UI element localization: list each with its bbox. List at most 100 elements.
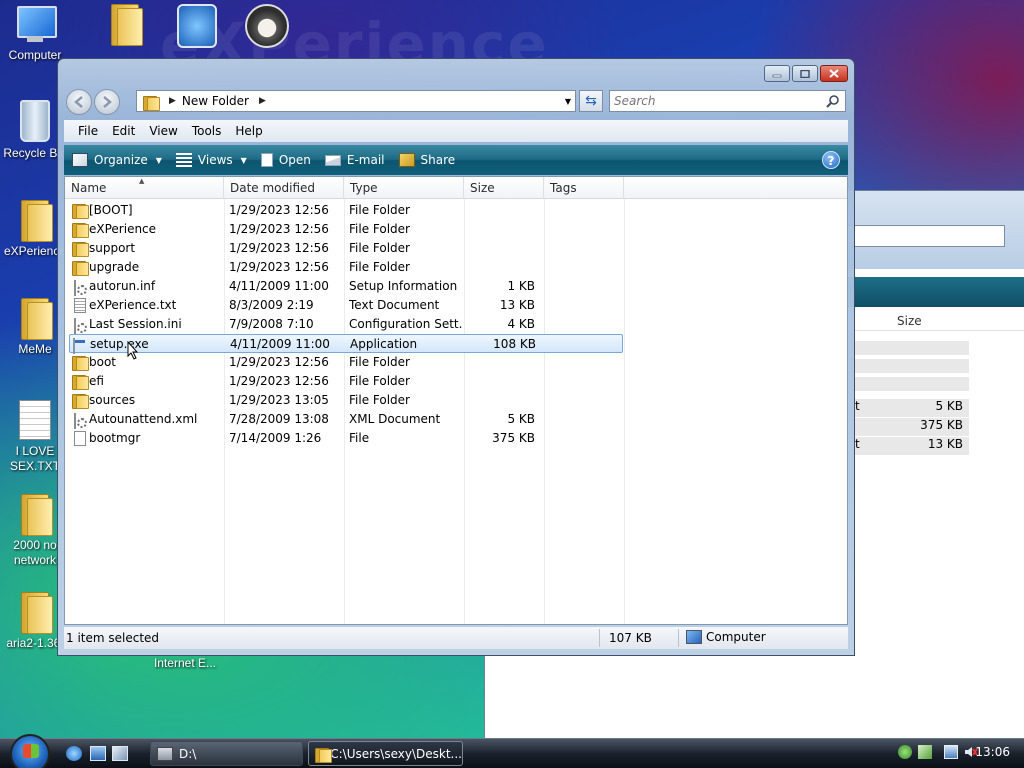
search-box[interactable] xyxy=(609,90,846,112)
breadcrumb-arrow-icon[interactable]: ▶ xyxy=(259,96,266,106)
background-file-row[interactable] xyxy=(855,377,969,391)
switch-windows-icon[interactable] xyxy=(112,746,128,761)
column-type[interactable]: Type xyxy=(344,177,464,199)
column-size[interactable]: Size xyxy=(464,177,544,199)
file-type: File Folder xyxy=(349,222,410,236)
address-bar[interactable]: ▶ New Folder ▶ ▼ xyxy=(136,90,576,112)
search-input[interactable] xyxy=(614,91,814,111)
minimize-button[interactable] xyxy=(764,65,790,82)
file-row[interactable]: [BOOT] 1/29/2023 12:56 File Folder xyxy=(69,201,623,220)
xml-file-icon xyxy=(74,413,76,429)
file-type: XML Document xyxy=(349,412,441,426)
maximize-button[interactable] xyxy=(792,65,818,82)
file-size: 108 KB xyxy=(493,337,536,351)
taskbar-button-d-drive[interactable]: D:\ xyxy=(150,741,303,766)
background-row-size: 5 KB xyxy=(935,399,963,413)
background-address-bar[interactable] xyxy=(845,225,1005,247)
background-file-row[interactable]: 375 KB xyxy=(855,418,969,436)
email-button[interactable]: E-mail xyxy=(324,153,385,167)
file-row[interactable]: boot 1/29/2023 12:56 File Folder xyxy=(69,353,623,372)
explorer-window[interactable]: ▶ New Folder ▶ ▼ ⇆ File Edit View Tools … xyxy=(57,58,855,656)
column-tags[interactable]: Tags xyxy=(544,177,624,199)
file-row[interactable]: autorun.inf 4/11/2009 11:00 Setup Inform… xyxy=(69,277,623,296)
column-date-modified[interactable]: Date modified xyxy=(224,177,344,199)
column-type-label: Type xyxy=(350,181,378,195)
back-button[interactable] xyxy=(66,89,92,115)
file-size: 375 KB xyxy=(492,431,535,445)
background-row-name: t xyxy=(855,437,860,451)
chevron-down-icon: ▼ xyxy=(240,155,247,165)
network-icon[interactable] xyxy=(944,745,958,759)
start-button[interactable] xyxy=(10,734,50,768)
background-file-row[interactable]: t 5 KB xyxy=(855,399,969,417)
desktop-icon-shortcut[interactable] xyxy=(162,4,232,52)
status-divider xyxy=(678,629,679,647)
status-selection-count: 1 item selected xyxy=(66,631,160,645)
background-file-row[interactable] xyxy=(855,359,969,373)
help-button[interactable]: ? xyxy=(822,151,840,169)
file-row[interactable]: efi 1/29/2023 12:56 File Folder xyxy=(69,372,623,391)
close-button[interactable] xyxy=(820,65,848,82)
file-row[interactable]: sources 1/29/2023 13:05 File Folder xyxy=(69,391,623,410)
menu-edit[interactable]: Edit xyxy=(112,124,135,138)
file-row[interactable]: eXPerience 1/29/2023 12:56 File Folder xyxy=(69,220,623,239)
file-list[interactable]: Name ▲ Date modified Type Size Tags [BOO… xyxy=(64,176,848,625)
menu-view[interactable]: View xyxy=(149,124,177,138)
taskbar-button-users-desktop[interactable]: C:\Users\sexy\Deskt... xyxy=(308,741,463,766)
breadcrumb-current-folder[interactable]: New Folder xyxy=(182,94,249,108)
views-button[interactable]: Views ▼ xyxy=(175,153,247,167)
sort-ascending-icon: ▲ xyxy=(139,177,145,185)
file-date: 1/29/2023 12:56 xyxy=(229,355,329,369)
menu-help[interactable]: Help xyxy=(235,124,262,138)
file-name: boot xyxy=(89,355,117,369)
column-divider xyxy=(624,199,625,624)
organize-button[interactable]: Organize ▼ xyxy=(72,153,162,167)
menu-tools[interactable]: Tools xyxy=(192,124,222,138)
show-desktop-icon[interactable] xyxy=(90,746,106,761)
file-row[interactable]: bootmgr 7/14/2009 1:26 File 375 KB xyxy=(69,429,623,448)
file-row[interactable]: upgrade 1/29/2023 12:56 File Folder xyxy=(69,258,623,277)
share-button[interactable]: Share xyxy=(398,153,455,167)
forward-button[interactable] xyxy=(94,89,120,115)
desktop-icon-label: Computer xyxy=(8,48,62,62)
menu-file[interactable]: File xyxy=(78,124,98,138)
desktop-icon-raccoon[interactable] xyxy=(232,4,302,52)
file-date: 1/29/2023 12:56 xyxy=(229,222,329,236)
computer-icon xyxy=(13,4,57,44)
file-row[interactable]: eXPerience.txt 8/3/2009 2:19 Text Docume… xyxy=(69,296,623,315)
file-size xyxy=(469,258,535,277)
file-row[interactable]: Last Session.ini 7/9/2008 7:10 Configura… xyxy=(69,315,623,334)
file-row[interactable]: support 1/29/2023 12:56 File Folder xyxy=(69,239,623,258)
desktop-icon-folder[interactable] xyxy=(90,4,160,48)
file-type: Text Document xyxy=(349,298,440,312)
application-icon xyxy=(73,338,75,354)
file-row-selected[interactable]: setup.exe 4/11/2009 11:00 Application 10… xyxy=(69,334,623,354)
computer-icon xyxy=(686,630,702,644)
status-location-label: Computer xyxy=(706,630,766,644)
file-icon xyxy=(74,431,86,446)
background-file-row[interactable] xyxy=(855,341,969,355)
refresh-button[interactable]: ⇆ xyxy=(579,90,603,112)
status-divider xyxy=(599,629,600,647)
file-row[interactable]: Autounattend.xml 7/28/2009 13:08 XML Doc… xyxy=(69,410,623,429)
clock[interactable]: 13:06 xyxy=(975,745,1010,759)
security-icon[interactable] xyxy=(918,745,932,759)
desktop-icon-label: MeMe xyxy=(18,342,52,356)
desktop-icon-internet-explorer[interactable]: Internet E... xyxy=(150,656,220,671)
file-name: [BOOT] xyxy=(89,203,133,217)
internet-explorer-icon[interactable] xyxy=(66,746,82,761)
network-status-icon[interactable] xyxy=(898,745,912,759)
file-date: 7/14/2009 1:26 xyxy=(229,431,322,445)
background-file-row[interactable]: t 13 KB xyxy=(855,437,969,455)
file-name: eXPerience.txt xyxy=(89,298,177,312)
desktop-icon-computer[interactable]: Computer xyxy=(0,4,70,63)
column-name[interactable]: Name xyxy=(65,177,224,199)
folder-icon xyxy=(19,200,53,242)
file-size: 5 KB xyxy=(507,412,535,426)
open-button[interactable]: Open xyxy=(260,153,311,167)
system-tray: 13:06 xyxy=(880,741,1024,766)
breadcrumb-arrow-icon[interactable]: ▶ xyxy=(169,96,176,106)
background-row-size: 375 KB xyxy=(920,418,963,432)
maximize-icon xyxy=(800,69,810,78)
chevron-down-icon[interactable]: ▼ xyxy=(565,97,571,106)
